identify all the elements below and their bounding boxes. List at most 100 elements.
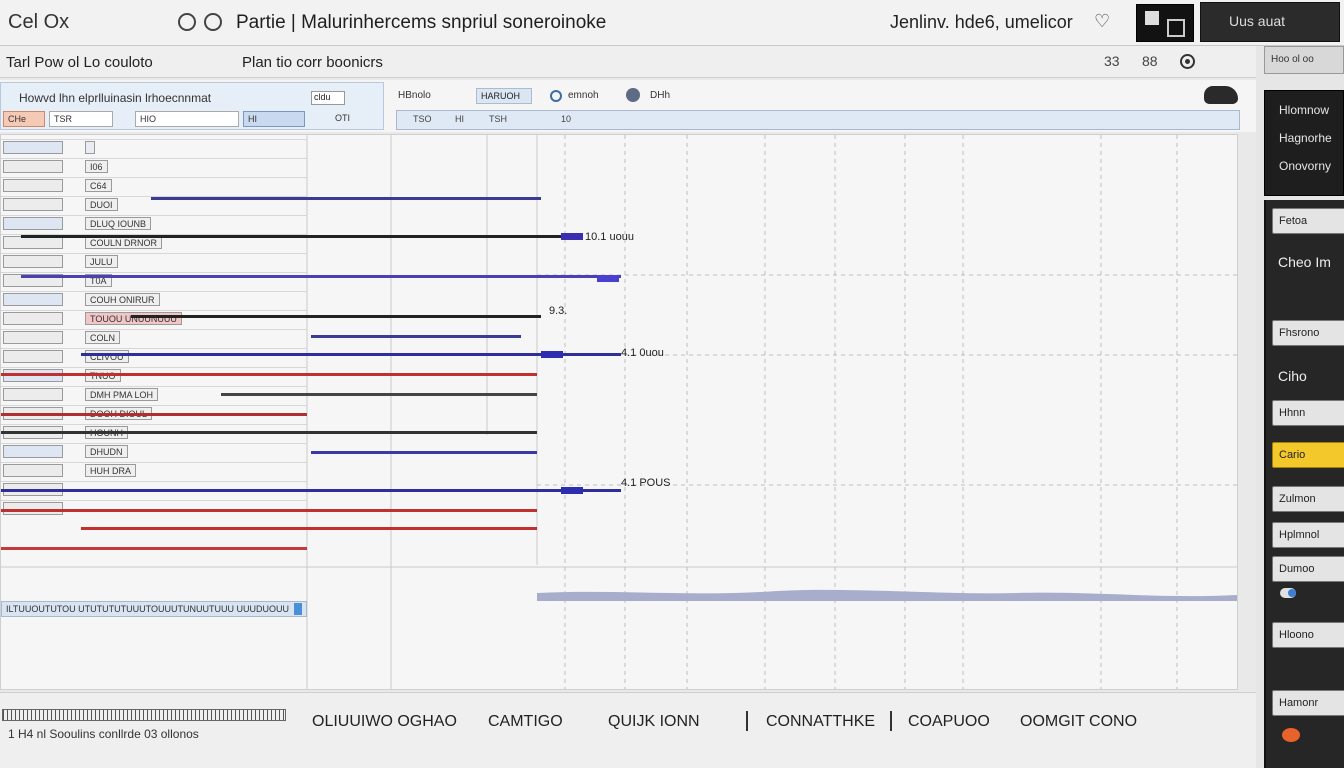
cloud-icon[interactable] — [1204, 86, 1238, 104]
gantt-bar[interactable] — [1, 489, 621, 492]
timeline-row[interactable]: I06 — [1, 158, 307, 174]
heart-icon[interactable]: ♡ — [1094, 11, 1110, 32]
date-range-bar[interactable]: TSO HI TSH 10 — [396, 110, 1240, 130]
footer-menu-1[interactable]: OLIUUIWO OGHAO — [312, 713, 457, 731]
filter-title: Howvd lhn elprlluinasin lrhoecnnmat — [19, 91, 212, 105]
scrubber-label: 1 H4 nl Sooulins conllrde 03 ollonos — [8, 727, 199, 741]
app-name: Cel Ox — [8, 11, 70, 33]
info-line-1: Hlomnow — [1279, 103, 1330, 117]
circle-icon[interactable] — [178, 13, 196, 31]
load-wave-line — [537, 589, 1237, 601]
gantt-bar[interactable] — [81, 353, 621, 356]
timeline-row[interactable]: COUH ONIRUR — [1, 291, 307, 307]
gantt-bar[interactable] — [21, 235, 581, 238]
gantt-bar-end[interactable] — [561, 233, 583, 240]
side-list-item[interactable]: Hloono — [1272, 622, 1344, 648]
footer-menu-2[interactable]: CAMTIGO — [488, 713, 563, 731]
filter-item-2[interactable]: emnoh — [568, 90, 599, 101]
gantt-bar[interactable] — [1, 509, 537, 512]
timeline-row-label: DMH PMA LOH — [85, 388, 159, 401]
timeline-scrubber[interactable] — [2, 709, 286, 721]
plan-label[interactable]: Plan tio corr boonicrs — [242, 54, 383, 71]
footer-menu-3[interactable]: QUIJK IONN — [608, 713, 700, 731]
avatar[interactable] — [1136, 4, 1194, 42]
timeline-row[interactable]: JULU — [1, 253, 307, 269]
project-label[interactable]: Tarl Pow ol Lo couloto — [6, 54, 153, 71]
timeline-row[interactable]: TOUOU UNUUNUUU — [1, 310, 307, 326]
timeline-row-stub — [3, 388, 63, 401]
toolbar-button-1[interactable]: 33 — [1104, 53, 1120, 69]
record-icon[interactable] — [1180, 54, 1195, 69]
side-list-item[interactable]: Hamonr — [1272, 690, 1344, 716]
gantt-bar[interactable] — [151, 197, 541, 200]
summary-strip-text: ILTUUOUTUTOU UTUTUTUTUUUTOUUUTUNUUTUUU U… — [6, 604, 289, 614]
timeline-row-label: DUOI — [85, 198, 118, 211]
gantt-bar[interactable] — [21, 275, 621, 278]
timeline-row-label: I06 — [85, 160, 108, 173]
gantt-bar[interactable] — [221, 393, 537, 396]
side-list-item[interactable]: Fhsrono — [1272, 320, 1344, 346]
timeline-row-stub — [3, 445, 63, 458]
side-list-item[interactable]: Cheo Im — [1272, 248, 1344, 274]
summary-strip-handle[interactable] — [294, 603, 302, 615]
timeline-row[interactable]: C64 — [1, 177, 307, 193]
gantt-bar[interactable] — [1, 547, 307, 550]
side-list-item[interactable]: Hhnn — [1272, 400, 1344, 426]
timeline-row-stub — [3, 179, 63, 192]
filter-item-3[interactable]: DHh — [650, 90, 670, 101]
timeline-row[interactable]: DHUDN — [1, 443, 307, 459]
side-list-item[interactable]: Ciho — [1272, 362, 1344, 388]
timeline-row-label: DLUQ IOUNB — [85, 217, 152, 230]
footer-menu-4[interactable]: CONNATTHKE — [766, 713, 875, 731]
filter-tab-2[interactable]: TSR — [49, 111, 113, 127]
gantt-bar[interactable] — [131, 315, 541, 318]
timeline-row-stub — [3, 312, 63, 325]
filter-tab-3[interactable]: HIO — [135, 111, 239, 127]
side-list-item[interactable]: Zulmon — [1272, 486, 1344, 512]
clock-icon[interactable] — [204, 13, 222, 31]
gantt-bar-end[interactable] — [561, 487, 583, 494]
document-title: Partie | Malurinhercems snpriul soneroin… — [236, 12, 607, 33]
filter-pill[interactable]: HARUOH — [476, 88, 532, 104]
info-line-3: Onovorny — [1279, 159, 1332, 173]
filter-item-1[interactable]: HBnolo — [398, 90, 431, 101]
gantt-bar[interactable] — [81, 527, 537, 530]
filter-chip[interactable]: cldu — [311, 91, 345, 105]
footer-menu-5[interactable]: COAPUOO — [908, 713, 990, 731]
gantt-bar[interactable] — [311, 335, 521, 338]
radio-icon[interactable] — [550, 90, 562, 102]
timeline-row[interactable]: DLUQ IOUNB — [1, 215, 307, 231]
timeline-row-label: DHUDN — [85, 445, 128, 458]
range-tick-2: HI — [455, 114, 464, 124]
side-list-item[interactable]: Dumoo — [1272, 556, 1344, 582]
title-bar: Cel Ox Partie | Malurinhercems snpriul s… — [0, 0, 1344, 46]
filter-tab-1[interactable]: CHe — [3, 111, 45, 127]
side-list-item[interactable]: Cario — [1272, 442, 1344, 468]
bar-annotation-3: 4.1 0uou — [621, 347, 664, 359]
toggle-icon[interactable] — [1280, 588, 1296, 598]
toolbar-button-2[interactable]: 88 — [1142, 53, 1158, 69]
preview-thumbnail[interactable]: Uus auat — [1200, 2, 1340, 42]
gantt-bar-end[interactable] — [597, 275, 619, 282]
timeline-row[interactable] — [1, 139, 307, 155]
filter-tab-4[interactable]: HI — [243, 111, 305, 127]
timeline-row-stub — [3, 331, 63, 344]
timeline-row[interactable]: HUH DRA — [1, 462, 307, 478]
gantt-bar[interactable] — [1, 413, 307, 416]
filter-tab-5[interactable]: OTI — [331, 111, 371, 127]
timeline-summary-strip[interactable]: ILTUUOUTUTOU UTUTUTUTUUUTOUUUTUNUUTUUU U… — [1, 601, 307, 617]
footer-menu-6[interactable]: OOMGIT CONO — [1020, 713, 1137, 731]
side-list-item[interactable]: Hplmnol — [1272, 522, 1344, 548]
timeline-row-label: COUH ONIRUR — [85, 293, 160, 306]
timeline-row[interactable]: COLN — [1, 329, 307, 345]
side-list-item[interactable]: Fetoa — [1272, 208, 1344, 234]
user-label[interactable]: Jenlinv. hde6, umelicor — [890, 12, 1073, 33]
timeline-row[interactable]: CLIVOU — [1, 348, 307, 364]
gantt-bar[interactable] — [1, 431, 537, 434]
timeline-row[interactable]: HIIO — [1, 500, 307, 516]
gantt-bar[interactable] — [1, 373, 537, 376]
gantt-bar[interactable] — [311, 451, 537, 454]
panel-top-button[interactable]: Hoo ol oo — [1264, 46, 1344, 74]
gantt-bar-end[interactable] — [541, 351, 563, 358]
globe-icon[interactable] — [626, 88, 640, 102]
